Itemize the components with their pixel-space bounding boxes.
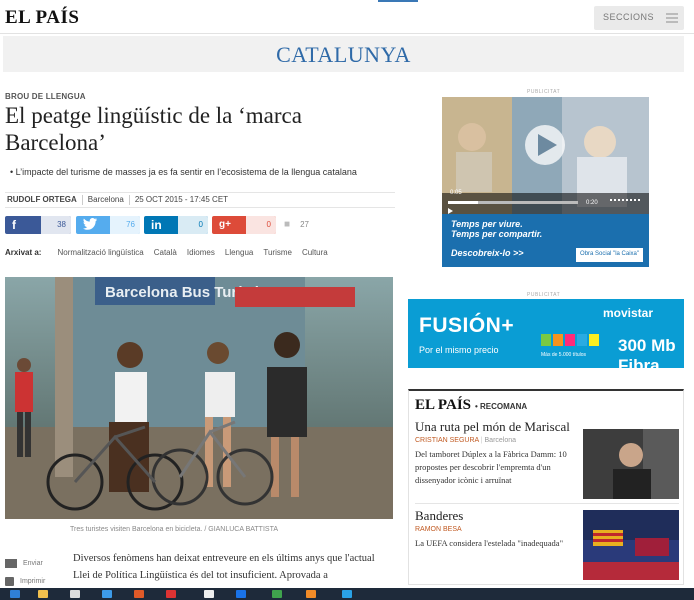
ad-video-frame — [442, 97, 649, 214]
ad-cta[interactable]: Descobreix-lo >> — [451, 248, 524, 258]
article-subtitle: • L’impacte del turisme de masses ja es … — [10, 167, 357, 177]
active-tab-indicator — [378, 0, 418, 2]
comment-icon: ■ — [284, 219, 291, 230]
photo-caption: Tres turistes visiten Barcelona en bicic… — [70, 526, 278, 533]
section-banner: CATALUNYA — [3, 36, 684, 72]
byline-author[interactable]: RUDOLF ORTEGA — [5, 195, 83, 205]
recommend-thumbnail[interactable] — [583, 429, 679, 499]
recommend-item[interactable]: Una ruta pel món de Mariscal CRISTIAN SE… — [415, 419, 679, 499]
movistar-brand: movistar — [603, 306, 654, 320]
twitter-share-button[interactable]: 76 — [76, 216, 140, 234]
tv-logo-icon — [541, 334, 599, 346]
article-photo[interactable]: Barcelona Bus Turístic — [5, 277, 393, 519]
article-tools: Enviar Imprimir — [5, 554, 45, 590]
article-headline: El peatge lingüístic de la ‘marca Barcel… — [5, 103, 302, 155]
volume-icon[interactable] — [610, 199, 640, 205]
hamburger-icon — [666, 13, 678, 23]
ad-line-1: Temps per viure. — [451, 219, 523, 229]
linkedin-count: 0 — [178, 216, 208, 234]
section-title[interactable]: CATALUNYA — [3, 42, 684, 68]
ad-caixa-banner[interactable]: Temps per viure. Temps per compartir. De… — [442, 214, 649, 267]
tag-link[interactable]: Idiomes — [187, 248, 215, 257]
comments-button[interactable]: ■ 27 — [280, 216, 314, 234]
top-bar: EL PAÍS SECCIONS — [0, 0, 694, 34]
facebook-icon: f — [12, 218, 16, 232]
app-icon[interactable] — [166, 590, 176, 598]
site-logo[interactable]: EL PAÍS — [5, 7, 79, 29]
ad-label: PUBLICITAT — [527, 292, 561, 298]
tag-link[interactable]: Normalització lingüística — [57, 248, 143, 257]
recommend-item[interactable]: Banderes RAMON BESA La UEFA considera l'… — [415, 503, 679, 580]
printer-icon — [5, 576, 14, 586]
send-button[interactable]: Enviar — [5, 554, 45, 572]
recommends-header: EL PAÍS • RECOMANA — [415, 397, 527, 414]
envelope-icon — [5, 558, 17, 568]
app-icon[interactable] — [134, 590, 144, 598]
app-icon[interactable] — [342, 590, 352, 598]
linkedin-share-button[interactable]: in 0 — [144, 216, 208, 234]
app-icon[interactable] — [236, 590, 246, 598]
stadium-image — [583, 510, 679, 580]
app-icon[interactable] — [204, 590, 214, 598]
recommend-author[interactable]: CRISTIAN SEGURA — [415, 437, 479, 444]
ad-label: PUBLICITAT — [527, 89, 561, 95]
photo-scene: Barcelona Bus Turístic — [5, 277, 393, 519]
app-icon[interactable] — [272, 590, 282, 598]
facebook-count: 38 — [41, 216, 71, 234]
video-time-start: 0:05 — [450, 190, 462, 196]
comments-count: 27 — [300, 220, 309, 229]
tag-link[interactable]: Català — [154, 248, 177, 257]
tag-link[interactable]: Turisme — [263, 248, 292, 257]
twitter-icon — [83, 218, 97, 233]
caixa-video-ad[interactable]: 0:05 0:20 Temps per viure. Temps per com… — [442, 97, 649, 267]
app-icon[interactable] — [306, 590, 316, 598]
tag-link[interactable]: Llengua — [225, 248, 253, 257]
recommend-desc: La UEFA considera l'estelada "inadequada… — [415, 538, 564, 548]
sections-menu-button[interactable]: SECCIONS — [594, 6, 684, 30]
fusion-title: FUSIÓN+ — [419, 314, 515, 337]
recommend-author[interactable]: RAMON BESA — [415, 526, 462, 533]
portrait-image — [583, 429, 679, 499]
video-time-end: 0:20 — [586, 200, 598, 206]
facebook-share-button[interactable]: f 38 — [5, 216, 71, 234]
googleplus-icon: g+ — [219, 219, 231, 230]
caixa-brand: Obra Social "la Caixa" — [576, 248, 643, 262]
article-body: Diversos fenòmens han deixat entreveure … — [73, 553, 375, 581]
linkedin-icon: in — [151, 218, 162, 232]
os-taskbar — [0, 588, 694, 600]
googleplus-share-button[interactable]: g+ 0 — [212, 216, 276, 234]
tags-row: Arxivat a: Normalització lingüística Cat… — [5, 248, 328, 257]
recommends-box: EL PAÍS • RECOMANA Una ruta pel món de M… — [408, 389, 684, 585]
browser-icon[interactable] — [102, 590, 112, 598]
sections-label: SECCIONS — [603, 12, 655, 22]
ad-line-2: Temps per compartir. — [451, 229, 543, 239]
start-icon[interactable] — [10, 590, 20, 598]
print-label: Imprimir — [20, 577, 46, 585]
article-kicker[interactable]: BROU DE LLENGUA — [5, 92, 86, 101]
recommends-logo: EL PAÍS — [415, 397, 471, 413]
tag-link[interactable]: Cultura — [302, 248, 328, 257]
twitter-count: 76 — [110, 216, 140, 234]
byline-place: Barcelona — [83, 195, 130, 205]
recommends-label: • RECOMANA — [475, 402, 528, 411]
byline-date: 25 OCT 2015 - 17:45 CET — [134, 195, 229, 204]
archived-label: Arxivat a: — [5, 248, 42, 257]
googleplus-count: 0 — [246, 216, 276, 234]
recommend-place: Barcelona — [484, 437, 517, 444]
send-label: Enviar — [23, 559, 43, 567]
fibra-label: 300 Mb Fibra — [618, 336, 676, 368]
fusion-sub: Por el mismo precio — [419, 345, 499, 355]
byline: RUDOLF ORTEGA Barcelona 25 OCT 2015 - 17… — [5, 192, 395, 208]
app-icon[interactable] — [70, 590, 80, 598]
folder-icon[interactable] — [38, 590, 48, 598]
recommend-thumbnail[interactable] — [583, 510, 679, 580]
movistar-ad[interactable]: FUSIÓN+ Por el mismo precio movistar 300… — [408, 299, 684, 368]
titles-count: Más de 5.000 títulos — [541, 352, 587, 358]
recommend-desc: Del tamboret Dúplex a la Fàbrica Damm: 1… — [415, 449, 567, 485]
